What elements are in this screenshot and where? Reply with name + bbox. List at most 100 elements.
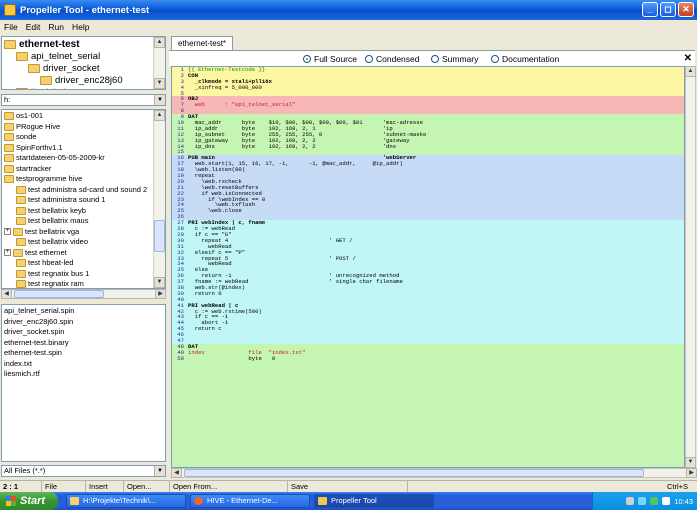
code-line[interactable]: 50 byte 0 (172, 355, 684, 362)
menu-file[interactable]: File (4, 22, 18, 32)
folder-item[interactable]: startracker (4, 164, 51, 174)
folder-list: os1-001 PRogue Hive sonde SpinForthv1.1 star… (1, 109, 166, 289)
folder-label: test regnatix ram (28, 279, 84, 288)
chevron-down-icon[interactable]: ▼ (154, 466, 165, 476)
maximize-button[interactable]: ◻ (660, 2, 676, 17)
folder-label: test hbeat-led (28, 258, 74, 267)
folder-item[interactable]: startdateien-05-05-2009-kr (4, 153, 105, 163)
folder-label: test bellatrix keyb (28, 205, 86, 215)
scroll-left-arrow-icon[interactable]: ◀ (171, 468, 182, 478)
folder-item[interactable]: test administra sound 1 (16, 195, 106, 205)
summary-radio[interactable]: Summary (431, 54, 478, 64)
folder-item[interactable]: test hbeat-led (16, 258, 73, 268)
folder-item[interactable]: testprogramme hive (4, 174, 82, 184)
folder-item[interactable]: + test bellatrix vga (4, 227, 79, 237)
title-bar[interactable]: Propeller Tool - ethernet-test _ ◻ ✕ (0, 0, 697, 20)
scroll-left-arrow-icon[interactable]: ◀ (1, 289, 12, 299)
file-item[interactable]: ethernet-test.binary (4, 338, 69, 348)
tab-ethernet-test[interactable]: ethernet-test* (171, 36, 234, 50)
folder-label: sonde (16, 132, 37, 141)
scroll-up-arrow-icon[interactable]: ▲ (154, 110, 165, 121)
tree-node-api-telnet-serial[interactable]: api_telnet_serial (16, 50, 100, 62)
tree-node-jkodyjutj[interactable]: jkodyjutj (16, 86, 65, 89)
file-item[interactable]: driver_enc28j60.spin (4, 317, 73, 327)
volume-icon[interactable] (662, 497, 671, 505)
condensed-radio[interactable]: Condensed (365, 54, 419, 64)
documentation-radio[interactable]: Documentation (491, 54, 559, 64)
menu-run[interactable]: Run (48, 22, 64, 32)
close-tab-icon[interactable]: ✕ (684, 53, 692, 64)
folder-icon (16, 259, 26, 267)
file-item[interactable]: ethernet-test.spin (4, 348, 62, 358)
folder-item[interactable]: test bellatrix maus (16, 216, 88, 226)
folder-item[interactable]: test regnatix ram (16, 279, 84, 288)
code-body: 1{{ Ethernet-Testcode }} 2 CON 3 _clkmode =… (172, 67, 684, 467)
folder-item[interactable]: test administra sd-card und sound 2 (16, 185, 147, 195)
scroll-right-arrow-icon[interactable]: ▶ (155, 289, 166, 299)
status-save[interactable]: Save (288, 481, 408, 492)
expand-icon[interactable]: + (4, 249, 11, 256)
file-item[interactable]: liesmich.rtf (4, 369, 40, 379)
folder-item[interactable]: sonde (4, 132, 36, 142)
menu-help[interactable]: Help (72, 22, 89, 32)
file-item[interactable]: driver_socket.spin (4, 327, 64, 337)
editor-vertical-scrollbar[interactable]: ▲ ▼ (685, 66, 696, 468)
network-icon[interactable] (626, 497, 635, 505)
scroll-up-arrow-icon[interactable]: ▲ (154, 37, 165, 48)
file-filter-select[interactable]: All Files (*.*) ▼ (1, 465, 166, 477)
folder-item[interactable]: os1-001 (4, 111, 43, 121)
task-firefox[interactable]: HIVE - Ethernet-De... (190, 494, 310, 508)
folder-icon (16, 185, 26, 194)
scroll-thumb[interactable] (154, 220, 165, 252)
scroll-down-arrow-icon[interactable]: ▼ (154, 277, 165, 288)
scroll-right-arrow-icon[interactable]: ▶ (686, 468, 697, 478)
scroll-thumb[interactable] (14, 290, 104, 298)
scroll-down-arrow-icon[interactable]: ▼ (685, 457, 696, 468)
minimize-button[interactable]: _ (642, 2, 658, 17)
status-insert[interactable]: Insert (86, 481, 124, 492)
folder-item[interactable]: SpinForthv1.1 (4, 143, 63, 153)
scroll-up-arrow-icon[interactable]: ▲ (685, 66, 696, 77)
close-button[interactable]: ✕ (678, 2, 694, 17)
status-open[interactable]: Open... (124, 481, 170, 492)
scroll-thumb[interactable] (184, 469, 644, 477)
signal-icon[interactable] (650, 497, 659, 505)
status-file[interactable]: File (42, 481, 86, 492)
full-source-radio[interactable]: Full Source (303, 54, 357, 64)
radio-icon (431, 55, 439, 63)
folder-scrollbar[interactable]: ▲ ▼ (153, 110, 165, 288)
tree-node-ethernet-test[interactable]: ethernet-test (4, 38, 80, 50)
folder-icon (16, 87, 28, 89)
chevron-down-icon[interactable]: ▼ (154, 95, 165, 105)
folder-icon (70, 497, 79, 505)
folder-label: startracker (16, 163, 52, 173)
folder-item[interactable]: test bellatrix keyb (16, 206, 86, 216)
status-open-from[interactable]: Open From... (170, 481, 288, 492)
code-editor[interactable]: 1{{ Ethernet-Testcode }} 2 CON 3 _clkmode =… (171, 66, 685, 468)
tree-scrollbar[interactable]: ▲ ▼ (153, 37, 165, 89)
menu-edit[interactable]: Edit (26, 22, 41, 32)
folder-label: testprogramme hive (16, 174, 83, 183)
start-button[interactable]: Start (0, 492, 58, 510)
tree-node-driver-socket[interactable]: driver_socket (28, 62, 100, 74)
file-item[interactable]: index.txt (4, 359, 32, 369)
folder-icon (16, 206, 26, 215)
file-item[interactable]: api_telnet_serial.spin (4, 306, 74, 316)
scroll-down-arrow-icon[interactable]: ▼ (154, 78, 165, 89)
folder-item[interactable]: PRogue Hive (4, 122, 60, 132)
help-icon[interactable] (638, 497, 647, 505)
task-explorer[interactable]: H:\Projekte\Technik\... (66, 494, 186, 508)
folder-item[interactable]: + test ethernet (4, 248, 67, 258)
radio-icon (491, 55, 499, 63)
file-list: api_telnet_serial.spin driver_enc28j60.sp… (1, 304, 166, 462)
folder-item[interactable]: test regnatix bus 1 (16, 269, 89, 279)
expand-icon[interactable]: + (4, 228, 11, 235)
editor-horizontal-scrollbar[interactable]: ◀ ▶ (171, 468, 697, 478)
folder-item[interactable]: test bellatrix video (16, 237, 88, 247)
drive-select[interactable]: h: ▼ (1, 94, 166, 106)
tree-node-driver-enc28j60[interactable]: driver_enc28j60 (40, 74, 123, 86)
folder-label: SpinForthv1.1 (16, 142, 63, 152)
folder-label: startdateien-05-05-2009-kr (16, 153, 105, 162)
task-propeller-tool[interactable]: Propeller Tool (314, 494, 434, 508)
folder-horizontal-scrollbar[interactable]: ◀ ▶ (1, 289, 166, 299)
